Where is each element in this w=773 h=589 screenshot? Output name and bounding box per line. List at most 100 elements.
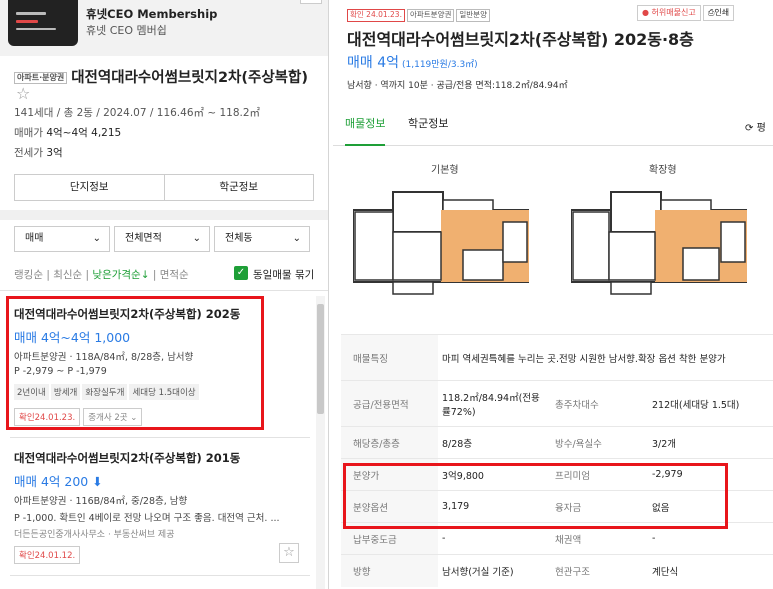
card-divider	[10, 437, 310, 438]
area-unit-toggle[interactable]: ⟳ 평	[745, 119, 766, 134]
complex-type-tag: 아파트·분양권	[14, 71, 68, 85]
list-scrollbar[interactable]	[316, 296, 325, 589]
table-row: 매물특징 마피 역세권특혜를 누리는 곳.전망 시원한 남서향.확장 옵션 착한…	[341, 334, 773, 381]
complex-title: 아파트·분양권 대전역대라수어썸브릿지2차(주상복합)	[14, 66, 308, 87]
listing-panel: 휴넷CEO Membership 휴넷 CEO 멤버쉽 아파트·분양권 대전역대라…	[0, 0, 329, 589]
listing-price-text: 매매 4억 200	[14, 474, 89, 489]
banner-title: 휴넷CEO Membership	[86, 7, 218, 21]
group-same-checkbox[interactable]: ✓	[234, 266, 248, 280]
report-label: 허위매물신고	[651, 8, 696, 17]
table-row: 방향 남서향(거실 기준) 현관구조 계단식	[341, 554, 773, 587]
sort-ranking[interactable]: 랭킹순	[14, 269, 43, 281]
floor-plan-extended[interactable]	[571, 182, 747, 297]
banner-close-button[interactable]	[300, 0, 322, 4]
chevron-down-icon: ⌄	[292, 233, 301, 244]
report-button[interactable]: ● 허위매물신고	[637, 5, 701, 21]
building-value: 전체동	[225, 233, 253, 244]
chevron-down-icon: ⌄	[92, 233, 101, 244]
supply-tag: 일반분양	[456, 9, 490, 22]
row-value: 3/2개	[648, 426, 773, 459]
row-key: 공급/전용면적	[341, 380, 438, 427]
complex-buttons: 단지정보 학군정보	[14, 174, 314, 201]
table-row: 공급/전용면적 118.2㎡/84.94㎡(전용률72%) 총주차대수 212대…	[341, 380, 773, 427]
detail-tags: 확인 24.01.23. 아파트분양권 일반분양	[347, 5, 492, 24]
row-value: 계단식	[648, 554, 773, 587]
detail-price-per-area: (1,119만원/3.3㎡)	[402, 60, 478, 70]
area-unit-label: 평	[756, 123, 766, 134]
list-divider	[0, 290, 328, 291]
sort-area[interactable]: 면적순	[160, 269, 189, 281]
trade-type-select[interactable]: 매매 ⌄	[14, 226, 110, 252]
favorite-star-icon[interactable]: ☆	[279, 543, 299, 563]
detail-summary: 남서향 · 역까지 10분 · 공급/전용 면적:118.2㎡/84.94㎡	[347, 81, 568, 91]
section-divider	[0, 210, 328, 220]
listing-detail-table: 매물특징 마피 역세권특혜를 누리는 곳.전망 시원한 남서향.확장 옵션 착한…	[341, 334, 773, 587]
row-value: 8/28층	[438, 426, 551, 459]
tab-listing-info[interactable]: 매물정보	[345, 110, 386, 146]
price-down-icon: ⬇	[92, 474, 103, 489]
floor-plan-basic[interactable]	[353, 182, 529, 297]
sort-latest[interactable]: 최신순	[53, 269, 82, 281]
banner-image	[8, 0, 78, 46]
row-key: 현관구조	[551, 554, 648, 587]
group-same-label: 동일매물 묶기	[253, 269, 315, 281]
scrollbar-thumb[interactable]	[317, 304, 324, 414]
refresh-icon: ⟳	[745, 123, 754, 134]
sale-price-label: 매매가	[14, 127, 43, 139]
sort-low-price[interactable]: 낮은가격순↓	[92, 269, 149, 281]
listing-price: 매매 4억 200 ⬇	[14, 471, 310, 490]
complex-info-button[interactable]: 단지정보	[15, 175, 164, 200]
listing-card[interactable]: 대전역대라수어썸브릿지2차(주상복합) 201동 매매 4억 200 ⬇ 아파트…	[14, 450, 310, 564]
listing-spec: 아파트분양권 · 116B/84㎡, 중/28층, 남향	[14, 496, 188, 507]
row-key: 매물특징	[341, 334, 438, 381]
sale-price-row: 매매가 4억~4억 4,215	[14, 125, 121, 140]
type-tag: 아파트분양권	[406, 9, 455, 22]
sale-price-value: 4억~4억 4,215	[46, 127, 122, 139]
table-row: 해당층/총층 8/28층 방수/욕실수 3/2개	[341, 426, 773, 459]
listing-footer: 확인24.01.12.	[14, 546, 310, 564]
detail-price: 매매 4억 (1,119만원/3.3㎡)	[347, 52, 478, 72]
row-value: 118.2㎡/84.94㎡(전용률72%)	[438, 380, 551, 427]
building-select[interactable]: 전체동 ⌄	[214, 226, 310, 252]
listing-description: P -1,000. 확트인 4베이로 전망 나오며 구조 좋음. 대전역 근처.…	[14, 513, 280, 524]
listing-source: 더든든공인중개사사무소 · 부동산써브 제공	[14, 530, 175, 540]
school-info-button[interactable]: 학군정보	[163, 175, 314, 200]
confirm-date: 확인24.01.12.	[14, 546, 81, 564]
row-key: 방수/욕실수	[551, 426, 648, 459]
plan-basic-label: 기본형	[431, 165, 459, 176]
tab-school-info[interactable]: 학군정보	[408, 110, 448, 146]
sort-options: 랭킹순 | 최신순 | 낮은가격순↓ | 면적순	[14, 269, 189, 281]
detail-panel: 확인 24.01.23. 아파트분양권 일반분양 ● 허위매물신고 ⎙인쇄 대전역대…	[333, 0, 773, 589]
ad-banner[interactable]: 휴넷CEO Membership 휴넷 CEO 멤버쉽	[0, 0, 328, 56]
jeonse-price-row: 전세가 3억	[14, 145, 63, 160]
row-value: 마피 역세권특혜를 누리는 곳.전망 시원한 남서향.확장 옵션 착한 분양가	[438, 334, 773, 381]
plan-ext-label: 확장형	[649, 165, 677, 176]
complex-title-text: 대전역대라수어썸브릿지2차(주상복합)	[71, 70, 308, 86]
row-key: 해당층/총층	[341, 426, 438, 459]
area-value: 전체면적	[125, 233, 162, 244]
detail-title: 대전역대라수어썸브릿지2차(주상복합) 202동·8층	[347, 30, 694, 49]
row-key: 총주차대수	[551, 380, 648, 427]
print-button[interactable]: ⎙인쇄	[703, 5, 735, 21]
complex-meta: 141세대 / 총 2동 / 2024.07 / 116.46㎡ ~ 118.2…	[14, 107, 261, 119]
row-value: 212대(세대당 1.5대)	[648, 380, 773, 427]
detail-price-value: 매매 4억	[347, 55, 399, 71]
jeonse-value: 3억	[46, 147, 63, 159]
favorite-star-icon[interactable]: ☆	[16, 86, 30, 102]
row-key: 방향	[341, 554, 438, 587]
highlight-box	[343, 463, 728, 529]
row-value: 남서향(거실 기준)	[438, 554, 551, 587]
banner-subtitle: 휴넷 CEO 멤버쉽	[86, 24, 167, 37]
chevron-down-icon: ⌄	[192, 233, 201, 244]
listing-title: 대전역대라수어썸브릿지2차(주상복합) 201동	[14, 451, 241, 465]
area-select[interactable]: 전체면적 ⌄	[114, 226, 210, 252]
trade-type-value: 매매	[25, 233, 44, 244]
page: 휴넷CEO Membership 휴넷 CEO 멤버쉽 아파트·분양권 대전역대라…	[0, 0, 773, 589]
siren-icon: ●	[642, 8, 649, 17]
card-divider	[10, 575, 310, 576]
highlight-box	[6, 296, 264, 430]
jeonse-label: 전세가	[14, 147, 43, 159]
print-label: 인쇄	[714, 8, 730, 17]
confirm-tag: 확인 24.01.23.	[347, 9, 405, 22]
detail-tabs: 매물정보 학군정보 ⟳ 평	[333, 110, 773, 146]
